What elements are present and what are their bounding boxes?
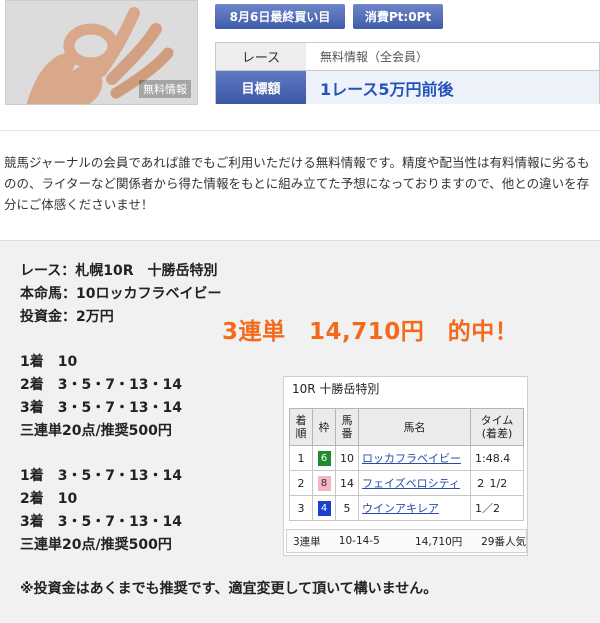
target-value: 1レース5万円前後 <box>306 71 599 104</box>
payout-combo: 10-14-5 <box>338 535 380 547</box>
info-table: レース 無料情報（全会員） 目標額 1レース5万円前後 <box>215 42 600 104</box>
gate-cell: 6 <box>312 445 336 471</box>
table-row: 1 6 10 ロッカフラベイビー 1:48.4 <box>289 445 524 471</box>
race-row: レース 無料情報（全会員） <box>216 43 599 71</box>
investment-line: 投資金：2万円 <box>20 309 114 325</box>
table-row: 2 8 14 フェイズベロシティ ２ 1/2 <box>289 470 524 496</box>
target-row: 目標額 1レース5万円前後 <box>216 71 599 104</box>
number-cell: 10 <box>335 445 359 471</box>
divider <box>0 130 600 131</box>
intro-text: 競馬ジャーナルの会員であれば誰でもご利用いただける無料情報です。精度や配当性は有… <box>4 155 590 212</box>
time-cell: ２ 1/2 <box>470 470 524 496</box>
header-number: 馬 番 <box>335 408 359 446</box>
payout-amount: 14,710円 <box>415 535 463 548</box>
set2-first: 1着 3・5・7・13・14 <box>20 468 182 484</box>
race-label: レース <box>216 43 306 70</box>
gate-badge: 8 <box>317 475 331 491</box>
horse-name-link[interactable]: フェイズベロシティ <box>358 470 471 496</box>
number-cell: 14 <box>335 470 359 496</box>
gate-badge: 4 <box>317 500 331 516</box>
set2-second: 2着 10 <box>20 491 78 507</box>
result-table: 着 順 枠 馬 番 馬名 タイム (着差) 1 6 10 ロッカフラベイビー 1… <box>289 408 524 521</box>
gate-cell: 4 <box>312 495 336 521</box>
favorite-line: 本命馬：10ロッカフラベイビー <box>20 286 222 302</box>
race-value: 無料情報（全会員） <box>320 50 429 64</box>
header-name: 馬名 <box>358 408 471 446</box>
header-gate: 枠 <box>312 408 336 446</box>
rank-cell: 1 <box>289 445 313 471</box>
hand-ok-image: 無料情報 <box>5 0 198 105</box>
payout-row: 3連単 10-14-5 14,710円 29番人気 <box>286 529 527 553</box>
set2-third: 3着 3・5・7・13・14 <box>20 514 182 530</box>
race-line: レース：札幌10R 十勝岳特別 <box>20 263 218 279</box>
hit-banner: 3連単 14,710円 的中！ <box>222 319 519 345</box>
time-cell: 1／2 <box>470 495 524 521</box>
gate-cell: 8 <box>312 470 336 496</box>
payout-type: 3連単 <box>293 535 321 548</box>
thumb-label: 無料情報 <box>139 80 191 98</box>
number-cell: 5 <box>335 495 359 521</box>
set1-summary: 三連単20点/推奨500円 <box>20 423 172 439</box>
cost-pill: 消費Pt:0Pt <box>353 4 443 29</box>
rank-cell: 2 <box>289 470 313 496</box>
target-label: 目標額 <box>216 71 306 104</box>
header-time: タイム (着差) <box>470 408 524 446</box>
table-row: 3 4 5 ウインアキレア 1／2 <box>289 495 524 521</box>
header-rank: 着 順 <box>289 408 313 446</box>
set1-first: 1着 10 <box>20 354 78 370</box>
payout-popularity: 29番人気 <box>481 535 526 548</box>
investment-note: ※投資金はあくまでも推奨です、適宜変更して頂いて構いません。 <box>20 581 438 597</box>
set1-second: 2着 3・5・7・13・14 <box>20 377 182 393</box>
deadline-pill: 8月6日最終買い目 <box>215 4 345 29</box>
horse-name-link[interactable]: ウインアキレア <box>358 495 471 521</box>
horse-name-link[interactable]: ロッカフラベイビー <box>358 445 471 471</box>
set2-summary: 三連単20点/推奨500円 <box>20 537 172 553</box>
set1-third: 3着 3・5・7・13・14 <box>20 400 182 416</box>
time-cell: 1:48.4 <box>470 445 524 471</box>
rank-cell: 3 <box>289 495 313 521</box>
race-result-box: 10R 十勝岳特別 着 順 枠 馬 番 馬名 タイム (着差) 1 6 10 ロ… <box>283 376 528 556</box>
result-title: 10R 十勝岳特別 <box>292 381 380 396</box>
gate-badge: 6 <box>317 450 331 466</box>
